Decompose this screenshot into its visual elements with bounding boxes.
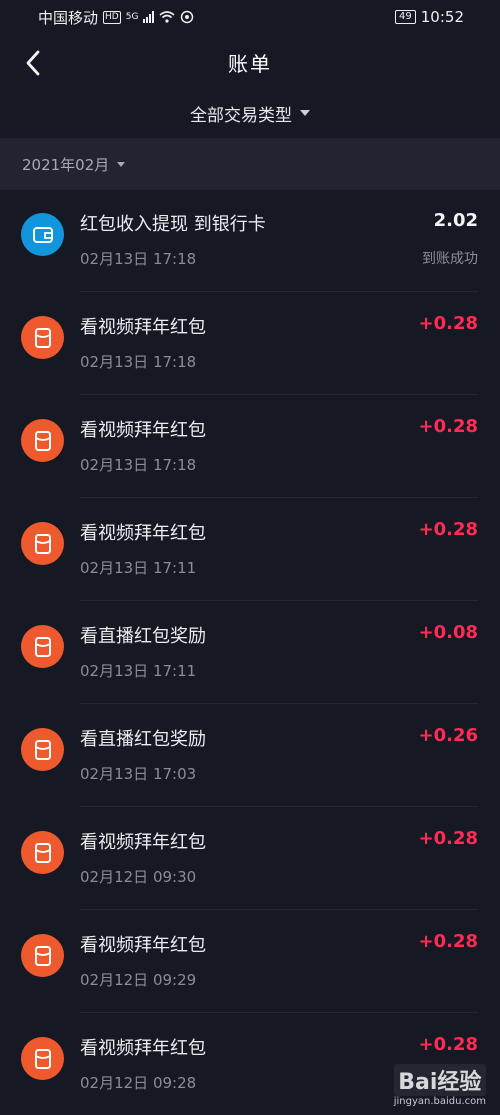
transaction-time: 02月12日 09:28: [80, 1074, 197, 1092]
red-packet-icon: [21, 831, 64, 874]
transaction-title: 红包收入提现 到银行卡: [80, 214, 266, 235]
transaction-time: 02月13日 17:18: [80, 456, 197, 474]
transaction-title: 看直播红包奖励: [80, 626, 206, 647]
clock: 10:52: [420, 8, 464, 26]
transaction-title: 看视频拜年红包: [80, 1038, 206, 1059]
transaction-title: 看视频拜年红包: [80, 317, 206, 338]
transaction-row[interactable]: 看视频拜年红包 02月12日 09:30 +0.28: [0, 806, 500, 909]
chevron-left-icon: [26, 50, 40, 76]
transaction-time: 02月13日 17:11: [80, 559, 197, 577]
transaction-type-filter[interactable]: 全部交易类型: [0, 90, 500, 136]
transaction-amount: +0.28: [418, 931, 479, 952]
transaction-time: 02月13日 17:11: [80, 662, 197, 680]
transaction-amount: +0.28: [418, 416, 479, 437]
transaction-row[interactable]: 看视频拜年红包 02月12日 09:29 +0.28: [0, 909, 500, 1012]
transaction-row[interactable]: 看视频拜年红包 02月13日 17:18 +0.28: [0, 394, 500, 497]
red-packet-icon: [21, 934, 64, 977]
transaction-title: 看直播红包奖励: [80, 729, 206, 750]
transaction-row[interactable]: 看直播红包奖励 02月13日 17:11 +0.08: [0, 600, 500, 703]
transaction-time: 02月13日 17:03: [80, 765, 197, 783]
caret-down-icon: [300, 110, 310, 116]
transaction-time: 02月13日 17:18: [80, 353, 197, 371]
transaction-row[interactable]: 看直播红包奖励 02月13日 17:03 +0.26: [0, 703, 500, 806]
carrier-name: 中国移动: [38, 8, 99, 27]
status-right: 49 10:52: [395, 8, 464, 26]
nfc-icon: [181, 10, 194, 24]
red-packet-icon: [21, 625, 64, 668]
status-bar: 中国移动 HD 5G 49 10:52: [0, 0, 500, 34]
back-button[interactable]: [16, 46, 50, 80]
watermark-logo: Bai经验: [393, 1064, 486, 1096]
transaction-row[interactable]: 看视频拜年红包 02月13日 17:11 +0.28: [0, 497, 500, 600]
nav-bar: 账单: [0, 34, 500, 90]
red-packet-icon: [21, 1037, 64, 1080]
red-packet-icon: [21, 522, 64, 565]
transaction-row[interactable]: 看视频拜年红包 02月13日 17:18 +0.28: [0, 291, 500, 394]
transaction-amount: +0.28: [418, 519, 479, 540]
transaction-title: 看视频拜年红包: [80, 523, 206, 544]
red-packet-icon: [21, 728, 64, 771]
transaction-title: 看视频拜年红包: [80, 420, 206, 441]
status-left: 中国移动 HD 5G: [38, 7, 194, 28]
transaction-amount: 2.02: [433, 210, 478, 231]
page-title: 账单: [228, 51, 272, 76]
transaction-title: 看视频拜年红包: [80, 935, 206, 956]
transaction-title: 看视频拜年红包: [80, 832, 206, 853]
transaction-time: 02月12日 09:29: [80, 971, 197, 989]
transaction-time: 02月12日 09:30: [80, 868, 197, 886]
baidu-jingyan-watermark: Bai经验 jingyan.baidu.com: [393, 1064, 486, 1107]
red-packet-icon: [21, 316, 64, 359]
transaction-status: 到账成功: [422, 251, 478, 267]
network-type: 5G: [125, 12, 139, 22]
transaction-amount: +0.28: [418, 1034, 479, 1055]
transaction-time: 02月13日 17:18: [80, 250, 197, 268]
signal-icon: [143, 11, 155, 23]
transaction-amount: +0.26: [418, 725, 479, 746]
month-selector[interactable]: 2021年02月: [0, 138, 500, 190]
transaction-amount: +0.08: [418, 622, 479, 643]
wifi-icon: [159, 11, 175, 23]
caret-down-icon: [117, 161, 126, 167]
wallet-icon: [21, 213, 64, 256]
transaction-row[interactable]: 红包收入提现 到银行卡 02月13日 17:18 2.02 到账成功: [0, 188, 500, 291]
filter-label: 全部交易类型: [190, 105, 292, 126]
watermark-url: jingyan.baidu.com: [393, 1096, 486, 1107]
transaction-amount: +0.28: [418, 313, 479, 334]
red-packet-icon: [21, 419, 64, 462]
month-label: 2021年02月: [22, 155, 110, 174]
transaction-amount: +0.28: [418, 828, 479, 849]
transaction-list: 红包收入提现 到银行卡 02月13日 17:18 2.02 到账成功 看视频拜年…: [0, 188, 500, 1115]
hd-badge: HD: [103, 10, 121, 24]
battery-icon: 49: [395, 10, 416, 24]
